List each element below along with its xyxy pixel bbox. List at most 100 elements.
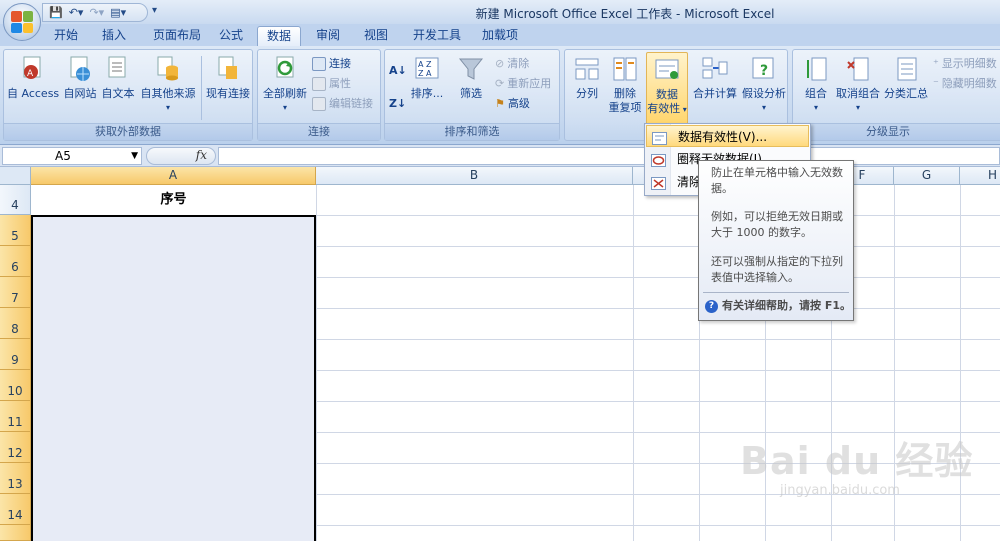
clear-filter-button[interactable]: ⊘ 清除	[495, 55, 529, 73]
cell-a4[interactable]: 序号	[31, 185, 316, 215]
properties-icon	[312, 77, 326, 91]
tab-addins[interactable]: 加载项	[478, 26, 522, 46]
tooltip-help: ? 有关详细帮助，请按 F1。	[705, 298, 851, 314]
office-logo-icon	[11, 11, 33, 33]
refresh-icon	[271, 54, 299, 84]
column-header-h[interactable]: H	[960, 167, 1000, 185]
existing-connections-icon	[214, 54, 242, 84]
clear-circles-icon	[651, 175, 666, 190]
group-button[interactable]: 组合 ▾	[799, 52, 833, 115]
chevron-down-icon[interactable]: ▼	[131, 148, 138, 164]
column-header-b[interactable]: B	[316, 167, 633, 185]
sort-button[interactable]: A ZZ A 排序...	[409, 52, 445, 101]
show-detail-button[interactable]: ⁺ 显示明细数	[933, 55, 997, 73]
from-other-sources-button[interactable]: 自其他来源 ▾	[138, 52, 198, 115]
tab-developer[interactable]: 开发工具	[408, 26, 466, 46]
web-icon	[66, 54, 94, 84]
selected-range[interactable]	[31, 215, 316, 541]
ribbon-tabs: 开始 插入 页面布局 公式 数据 审阅 视图 开发工具 加载项	[0, 24, 1000, 46]
ungroup-rows-icon	[844, 54, 872, 84]
reapply-button[interactable]: ⟳ 重新应用	[495, 75, 551, 93]
consolidate-button[interactable]: 合并计算	[691, 52, 739, 101]
advanced-filter-icon: ⚑	[495, 97, 505, 110]
row-header-4[interactable]: 4	[0, 185, 31, 215]
group-connections: 全部刷新 ▾ 连接 属性 编辑链接 连接	[257, 49, 381, 141]
what-if-icon: ?	[750, 54, 778, 84]
tab-data[interactable]: 数据	[257, 26, 301, 46]
column-header-a[interactable]: A	[31, 167, 316, 185]
tab-page-layout[interactable]: 页面布局	[148, 26, 206, 46]
svg-text:A Z: A Z	[418, 60, 432, 69]
chevron-down-icon: ▾	[761, 103, 766, 112]
subtotal-icon	[892, 54, 920, 84]
text-to-columns-icon	[573, 54, 601, 84]
gridline	[633, 185, 634, 541]
row-header-7[interactable]: 7	[0, 277, 31, 308]
sort-ascending-button[interactable]: A↓	[389, 62, 407, 80]
row-header-14[interactable]: 14	[0, 494, 31, 525]
row-header-6[interactable]: 6	[0, 246, 31, 277]
sort-descending-button[interactable]: Z↓	[389, 95, 406, 113]
from-web-button[interactable]: 自网站	[62, 52, 98, 101]
properties-button[interactable]: 属性	[312, 75, 351, 93]
advanced-filter-button[interactable]: ⚑ 高级	[495, 95, 530, 113]
existing-connections-button[interactable]: 现有连接	[204, 52, 252, 101]
row-header-15[interactable]	[0, 525, 31, 541]
ungroup-button[interactable]: 取消组合 ▾	[835, 52, 881, 115]
sort-dialog-icon: A ZZ A	[413, 54, 441, 84]
hide-detail-button[interactable]: ⁻ 隐藏明细数	[933, 75, 997, 93]
name-box[interactable]: A5 ▼	[2, 147, 142, 165]
tab-view[interactable]: 视图	[360, 26, 392, 46]
from-text-button[interactable]: 自文本	[100, 52, 136, 101]
subtotal-button[interactable]: 分类汇总	[883, 52, 929, 101]
text-to-columns-button[interactable]: 分列	[569, 52, 605, 101]
what-if-analysis-button[interactable]: ? 假设分析 ▾	[741, 52, 787, 115]
chevron-down-icon: ▾	[813, 103, 818, 112]
help-icon: ?	[705, 299, 718, 313]
column-header-g[interactable]: G	[894, 167, 960, 185]
tab-home[interactable]: 开始	[50, 26, 82, 46]
consolidate-icon	[701, 54, 729, 84]
watermark-url: jingyan.baidu.com	[780, 483, 900, 498]
from-access-button[interactable]: A 自 Access	[7, 52, 59, 101]
reapply-icon: ⟳	[495, 77, 505, 90]
row-header-13[interactable]: 13	[0, 463, 31, 494]
filter-button[interactable]: 筛选	[453, 52, 489, 101]
group-label: 连接	[258, 123, 380, 140]
remove-duplicates-icon	[611, 54, 639, 84]
group-label: 分级显示	[793, 123, 1000, 140]
row-header-8[interactable]: 8	[0, 308, 31, 339]
row-header-5[interactable]: 5	[0, 215, 31, 246]
formula-input[interactable]	[218, 147, 1000, 165]
office-button[interactable]	[3, 3, 41, 41]
tooltip-text: 还可以强制从指定的下拉列表值中选择输入。	[711, 255, 843, 284]
connections-button[interactable]: 连接	[312, 55, 351, 73]
refresh-all-button[interactable]: 全部刷新 ▾	[262, 52, 308, 115]
title-bar: 💾 ↶▾ ↷▾ ▤▾ ▾ 新建 Microsoft Office Excel 工…	[0, 0, 1000, 24]
menu-item-data-validation[interactable]: 数据有效性(V)...	[646, 125, 809, 147]
remove-duplicates-button[interactable]: 删除 重复项	[607, 52, 643, 115]
tab-review[interactable]: 审阅	[312, 26, 344, 46]
data-validation-button[interactable]: 数据 有效性 ▾	[646, 52, 688, 126]
group-external-data: A 自 Access 自网站 自文本 自其他来源 ▾ 现有连接 获取外部数据	[3, 49, 253, 141]
row-header-12[interactable]: 12	[0, 432, 31, 463]
row-header-10[interactable]: 10	[0, 370, 31, 401]
formula-controls: fx	[146, 147, 216, 165]
baidu-logo: Bai du 经验	[740, 439, 974, 483]
excel-window: 💾 ↶▾ ↷▾ ▤▾ ▾ 新建 Microsoft Office Excel 工…	[0, 0, 1000, 541]
group-label: 获取外部数据	[4, 123, 252, 140]
window-title: 新建 Microsoft Office Excel 工作表 - Microsof…	[475, 7, 775, 21]
row-header-9[interactable]: 9	[0, 339, 31, 370]
edit-links-button[interactable]: 编辑链接	[312, 95, 373, 113]
row-header-11[interactable]: 11	[0, 401, 31, 432]
tab-formulas[interactable]: 公式	[215, 26, 247, 46]
select-all-corner[interactable]	[0, 167, 31, 185]
group-rows-icon	[802, 54, 830, 84]
tab-insert[interactable]: 插入	[98, 26, 130, 46]
insert-function-icon[interactable]: fx	[196, 148, 207, 162]
circle-invalid-icon	[651, 152, 666, 167]
text-file-icon	[104, 54, 132, 84]
connections-icon	[312, 57, 326, 71]
watermark: Bai du 经验 jingyan.baidu.com	[740, 430, 973, 498]
chevron-down-icon: ▾	[855, 103, 860, 112]
